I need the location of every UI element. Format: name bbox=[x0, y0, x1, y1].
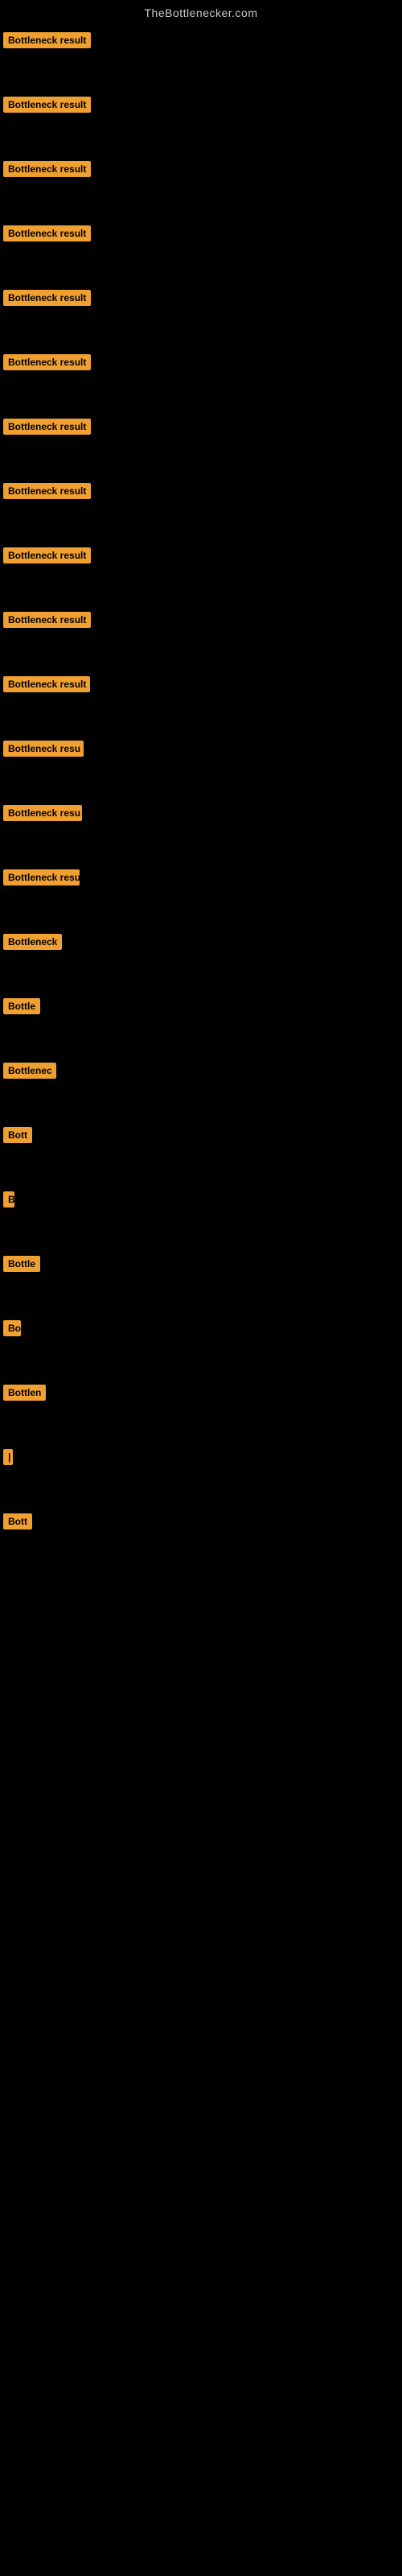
bottleneck-badge-9[interactable]: Bottleneck result bbox=[3, 612, 91, 628]
bottleneck-badge-7[interactable]: Bottleneck result bbox=[3, 483, 91, 499]
bottleneck-badge-0[interactable]: Bottleneck result bbox=[3, 32, 91, 48]
bottleneck-badge-2[interactable]: Bottleneck result bbox=[3, 161, 91, 177]
result-row-21: Bottlen bbox=[0, 1380, 402, 1444]
result-row-18: B bbox=[0, 1187, 402, 1251]
bottleneck-badge-23[interactable]: Bott bbox=[3, 1513, 32, 1530]
site-title: TheBottlenecker.com bbox=[0, 0, 402, 27]
bottleneck-badge-12[interactable]: Bottleneck resu bbox=[3, 805, 82, 821]
bottleneck-badge-4[interactable]: Bottleneck result bbox=[3, 290, 91, 306]
bottleneck-badge-3[interactable]: Bottleneck result bbox=[3, 225, 91, 242]
result-row-6: Bottleneck result bbox=[0, 414, 402, 478]
result-row-17: Bott bbox=[0, 1122, 402, 1187]
bottleneck-badge-11[interactable]: Bottleneck resu bbox=[3, 741, 84, 757]
bottleneck-badge-21[interactable]: Bottlen bbox=[3, 1385, 46, 1401]
result-row-7: Bottleneck result bbox=[0, 478, 402, 543]
result-row-19: Bottle bbox=[0, 1251, 402, 1315]
results-container: Bottleneck result Bottleneck result Bottle… bbox=[0, 27, 402, 1573]
result-row-8: Bottleneck result bbox=[0, 543, 402, 607]
bottleneck-badge-5[interactable]: Bottleneck result bbox=[3, 354, 91, 370]
result-row-3: Bottleneck result bbox=[0, 221, 402, 285]
result-row-11: Bottleneck resu bbox=[0, 736, 402, 800]
bottleneck-badge-15[interactable]: Bottle bbox=[3, 998, 40, 1014]
result-row-23: Bott bbox=[0, 1509, 402, 1573]
result-row-13: Bottleneck resu bbox=[0, 865, 402, 929]
bottleneck-badge-22[interactable]: | bbox=[3, 1449, 13, 1465]
bottleneck-badge-6[interactable]: Bottleneck result bbox=[3, 419, 91, 435]
bottleneck-badge-14[interactable]: Bottleneck bbox=[3, 934, 62, 950]
result-row-15: Bottle bbox=[0, 993, 402, 1058]
result-row-16: Bottlenec bbox=[0, 1058, 402, 1122]
result-row-1: Bottleneck result bbox=[0, 92, 402, 156]
bottleneck-badge-19[interactable]: Bottle bbox=[3, 1256, 40, 1272]
result-row-5: Bottleneck result bbox=[0, 349, 402, 414]
result-row-4: Bottleneck result bbox=[0, 285, 402, 349]
bottleneck-badge-18[interactable]: B bbox=[3, 1191, 14, 1208]
result-row-12: Bottleneck resu bbox=[0, 800, 402, 865]
bottleneck-badge-10[interactable]: Bottleneck result bbox=[3, 676, 90, 692]
bottleneck-badge-20[interactable]: Bo bbox=[3, 1320, 21, 1336]
result-row-2: Bottleneck result bbox=[0, 156, 402, 221]
result-row-10: Bottleneck result bbox=[0, 671, 402, 736]
result-row-0: Bottleneck result bbox=[0, 27, 402, 92]
result-row-9: Bottleneck result bbox=[0, 607, 402, 671]
result-row-20: Bo bbox=[0, 1315, 402, 1380]
bottleneck-badge-8[interactable]: Bottleneck result bbox=[3, 547, 91, 564]
bottleneck-badge-17[interactable]: Bott bbox=[3, 1127, 32, 1143]
bottleneck-badge-1[interactable]: Bottleneck result bbox=[3, 97, 91, 113]
result-row-14: Bottleneck bbox=[0, 929, 402, 993]
bottleneck-badge-13[interactable]: Bottleneck resu bbox=[3, 869, 80, 886]
result-row-22: | bbox=[0, 1444, 402, 1509]
bottleneck-badge-16[interactable]: Bottlenec bbox=[3, 1063, 56, 1079]
